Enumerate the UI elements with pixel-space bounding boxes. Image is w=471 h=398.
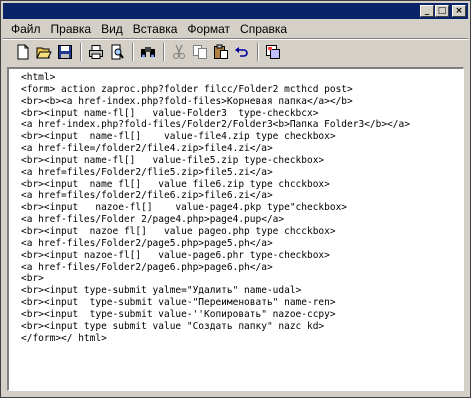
print-button[interactable]: [86, 42, 106, 62]
open-folder-icon: [36, 47, 52, 59]
insert-object-button[interactable]: [263, 42, 283, 62]
find-icon: [141, 47, 155, 58]
close-button[interactable]: ×: [452, 5, 466, 17]
code-line: <br><input name-fl[] value-Folder3 type-…: [21, 107, 319, 119]
text-editor[interactable]: <html> <form> action zaproc.php?folder fi…: [7, 67, 464, 391]
menu-edit[interactable]: Правка: [46, 22, 97, 36]
close-icon: ×: [455, 6, 463, 16]
print-preview-button[interactable]: [107, 42, 127, 62]
find-button[interactable]: [138, 42, 158, 62]
code-line: <br><input type-submit yalme="Удалить" n…: [21, 285, 302, 297]
code-line: <a href-files/Folder2/page6.php>page6.ph…: [21, 261, 273, 273]
code-line: <br><input nazoe fl[] value pageo.php ty…: [21, 225, 336, 237]
code-line: <br><input type submit value "Создать па…: [21, 320, 325, 332]
undo-icon: [235, 47, 248, 57]
menu-view[interactable]: Вид: [96, 22, 128, 36]
print-preview-icon: [111, 44, 124, 60]
code-line: <a href-index.php?fold-files/Folder2/Fol…: [21, 119, 410, 131]
code-line: <a href=files/folder2/file6.zip>file6.zi…: [21, 190, 273, 202]
code-line: <form> action zaproc.php?folder filcc/Fo…: [21, 83, 353, 95]
print-icon: [89, 45, 103, 59]
window-controls: _ □ ×: [420, 5, 466, 17]
insert-object-icon: [266, 45, 280, 59]
cut-icon: [173, 44, 185, 59]
open-button[interactable]: [34, 42, 54, 62]
menu-help[interactable]: Справка: [235, 22, 292, 36]
app-window: _ □ × Файл Правка Вид Вставка Формат Спр…: [0, 0, 471, 398]
minimize-icon: _: [424, 6, 430, 16]
save-button[interactable]: [55, 42, 75, 62]
code-line: <br><input name fl[] value file6.zip typ…: [21, 178, 330, 190]
document-content: <html> <form> action zaproc.php?folder fi…: [9, 69, 463, 344]
code-line: <br><input name-fl[] value-file4.zip typ…: [21, 131, 336, 143]
new-document-icon: [17, 44, 29, 60]
save-icon: [58, 45, 72, 59]
menu-file[interactable]: Файл: [3, 22, 46, 36]
undo-button[interactable]: [232, 42, 252, 62]
minimize-button[interactable]: _: [420, 5, 434, 17]
paste-button[interactable]: [211, 42, 231, 62]
code-line: <br><input nazoe-fl[] value-page6.phr ty…: [21, 249, 330, 261]
code-line: <br><b><a href-index.php?fold-files>Корн…: [21, 95, 353, 107]
code-line: <br>: [21, 273, 44, 285]
toolbar-separator: [163, 43, 165, 61]
copy-button[interactable]: [190, 42, 210, 62]
code-line: <a href=files/Folder2/flie5.zip>file5.zi…: [21, 166, 273, 178]
new-document-button[interactable]: [13, 42, 33, 62]
code-line: <a href-files/Folder2/page5.php>page5.ph…: [21, 237, 273, 249]
cut-button[interactable]: [169, 42, 189, 62]
menu-divider: [3, 38, 468, 40]
copy-icon: [193, 45, 207, 59]
code-line: </form></ html>: [21, 332, 107, 344]
code-line: <br><input type-submit value-"Переименов…: [21, 297, 336, 309]
code-line: <a href-file=/folder2/file4.zip>file4.zi…: [21, 143, 273, 155]
menu-bar: Файл Правка Вид Вставка Формат Справка: [3, 20, 468, 38]
paste-icon: [214, 44, 228, 59]
toolbar-separator: [257, 43, 259, 61]
maximize-icon: □: [437, 6, 447, 16]
title-bar[interactable]: _ □ ×: [3, 3, 468, 19]
toolbar-separator: [132, 43, 134, 61]
code-line: <br><input type-submit value-''Копироват…: [21, 308, 336, 320]
toolbar-separator: [80, 43, 82, 61]
toolbar: [3, 41, 468, 63]
maximize-button[interactable]: □: [435, 5, 449, 17]
code-line: <br><input nazoe-fl[] value-page4.pkp ty…: [21, 202, 348, 214]
menu-format[interactable]: Формат: [182, 22, 235, 36]
code-line: <br><input name-fl[] value-file5.zip typ…: [21, 154, 325, 166]
menu-insert[interactable]: Вставка: [128, 22, 183, 36]
code-line: <a href-files/Folder 2/page4.php>page4.p…: [21, 214, 285, 226]
code-line: <html>: [21, 72, 56, 83]
